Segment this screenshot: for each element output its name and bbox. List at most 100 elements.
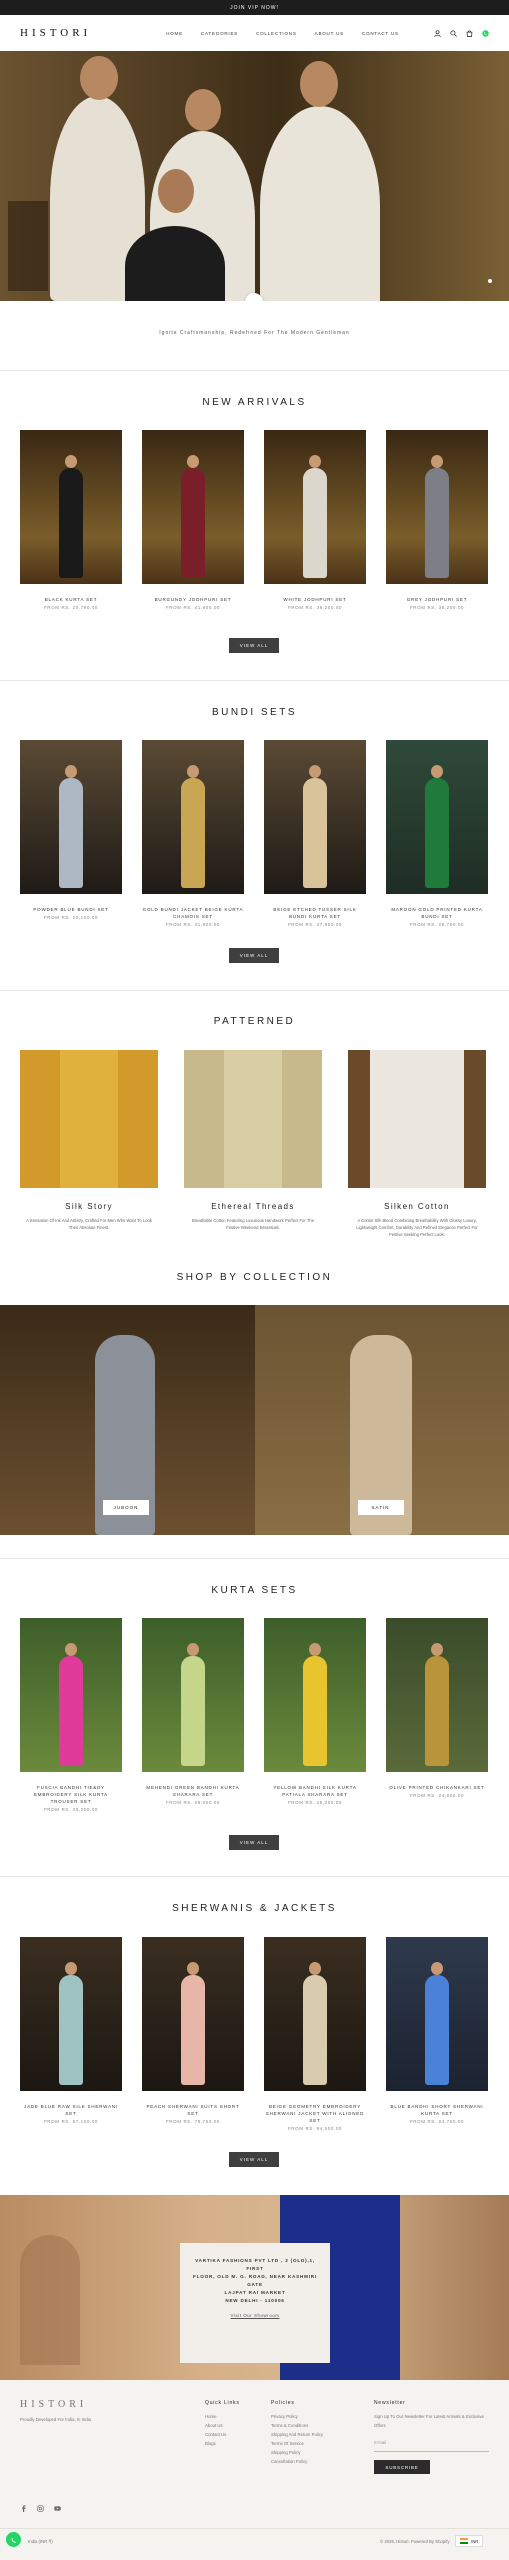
facebook-icon[interactable] <box>20 2505 27 2512</box>
product-name[interactable]: BURGUNDY JODHPURI SET <box>142 596 244 603</box>
footer-link[interactable]: About Us <box>205 2421 271 2430</box>
view-all-button[interactable]: VIEW ALL <box>229 948 279 963</box>
product-name[interactable]: GREY JODHPURI SET <box>386 596 488 603</box>
collection-button[interactable]: JUBOON <box>103 1500 149 1515</box>
view-all-button[interactable]: VIEW ALL <box>229 2152 279 2167</box>
product-card[interactable]: BLACK KURTA SET FROM RS. 20,790.00 <box>20 430 122 610</box>
pattern-title[interactable]: Ethereal Threads <box>184 1202 322 1211</box>
nav-collections[interactable]: COLLECTIONS <box>256 31 297 36</box>
product-name[interactable]: JADE BLUE RAW SILK SHERWANI SET <box>20 2103 122 2117</box>
product-image[interactable] <box>386 740 488 894</box>
product-image[interactable] <box>264 1937 366 2091</box>
pattern-image[interactable] <box>184 1050 322 1188</box>
collection-tile[interactable]: JUBOON <box>0 1305 255 1535</box>
nav-about-us[interactable]: ABOUT US <box>315 31 344 36</box>
product-name[interactable]: WHITE JODHPURI SET <box>264 596 366 603</box>
pattern-card[interactable]: Silk Story A Sensation Of Ink And Artist… <box>20 1050 158 1238</box>
product-image[interactable] <box>142 430 244 584</box>
product-image[interactable] <box>142 1937 244 2091</box>
product-card[interactable]: JADE BLUE RAW SILK SHERWANI SET FROM RS.… <box>20 1937 122 2131</box>
footer-link[interactable]: Shipping And Return Policy <box>271 2430 374 2439</box>
view-all-button[interactable]: VIEW ALL <box>229 638 279 653</box>
slide-dot[interactable] <box>488 279 492 283</box>
product-image[interactable] <box>386 1618 488 1772</box>
product-name[interactable]: BEIGE GEOMETRY EMBROIDERY SHERWANI JACKE… <box>264 2103 366 2124</box>
product-image[interactable] <box>264 1618 366 1772</box>
product-card[interactable]: MEHENDI GREEN BANDHI KURTA SHARARA SET F… <box>142 1618 244 1812</box>
product-image[interactable] <box>20 1937 122 2091</box>
subscribe-button[interactable]: SUBSCRIBE <box>374 2460 430 2474</box>
email-input[interactable]: E-mail <box>374 2438 489 2452</box>
product-image[interactable] <box>142 740 244 894</box>
product-name[interactable]: PEACH SHERWANI SUITS SHORT SET <box>142 2103 244 2117</box>
visit-showroom-link[interactable]: Visit Our Showroom <box>188 2313 322 2318</box>
footer-link[interactable]: Shipping Policy <box>271 2448 374 2457</box>
cart-icon[interactable] <box>466 29 473 37</box>
product-card[interactable]: MAROON GOLD PRINTED KURTA BUNDI SET FROM… <box>386 740 488 927</box>
collection-button[interactable]: SATIN <box>357 1500 404 1515</box>
product-image[interactable] <box>386 1937 488 2091</box>
product-price: FROM RS. 87,150.00 <box>43 2119 99 2124</box>
footer-link[interactable]: Terms & Conditions <box>271 2421 374 2430</box>
pattern-image[interactable] <box>348 1050 486 1188</box>
product-name[interactable]: GOLD BUNDI JACKET BEIGE KURTA CHAMOIS SE… <box>142 906 244 920</box>
whatsapp-chat-button[interactable] <box>6 2532 21 2547</box>
product-card[interactable]: FUSCIA BANDHI TIE&DY EMBROIDERY SILK KUR… <box>20 1618 122 1812</box>
product-card[interactable]: BLUE BANDHI SHORT SHERWANI KURTA SET FRO… <box>386 1937 488 2131</box>
currency-selector[interactable]: INR <box>455 2535 484 2547</box>
product-card[interactable]: WHITE JODHPURI SET FROM RS. 38,200.00 <box>264 430 366 610</box>
nav-contact-us[interactable]: CONTACT US <box>362 31 399 36</box>
product-image[interactable] <box>20 430 122 584</box>
product-card[interactable]: GREY JODHPURI SET FROM RS. 36,200.00 <box>386 430 488 610</box>
search-icon[interactable] <box>450 29 457 37</box>
instagram-icon[interactable] <box>37 2505 44 2512</box>
announcement-bar[interactable]: JOIN VIP NOW! <box>0 0 509 15</box>
product-image[interactable] <box>264 740 366 894</box>
product-card[interactable]: OLIVE PRINTED CHIKANKARI SET FROM RS. 24… <box>386 1618 488 1812</box>
product-name[interactable]: FUSCIA BANDHI TIE&DY EMBROIDERY SILK KUR… <box>20 1784 122 1805</box>
product-image[interactable] <box>386 430 488 584</box>
announcement-text[interactable]: JOIN VIP NOW! <box>230 5 279 11</box>
footer-link[interactable]: Terms Of Service <box>271 2439 374 2448</box>
footer-link[interactable]: Blogs <box>205 2439 271 2448</box>
footer-link[interactable]: Privacy Policy <box>271 2412 374 2421</box>
pattern-card[interactable]: Ethereal Threads Breathable Cotton Featu… <box>184 1050 322 1238</box>
logo[interactable]: HISTORI <box>20 27 91 39</box>
product-card[interactable]: PEACH SHERWANI SUITS SHORT SET FROM RS. … <box>142 1937 244 2131</box>
pattern-card[interactable]: Silken Cotton A Cotton Silk Blend Combin… <box>348 1050 486 1238</box>
product-card[interactable]: YELLOW BANDHI SILK KURTA PATIALA SHARARA… <box>264 1618 366 1812</box>
collection-tile[interactable]: SATIN <box>254 1305 509 1535</box>
product-image[interactable] <box>142 1618 244 1772</box>
product-card[interactable]: BEIGE ETCHED TUSSER SILK BUNDI KURTA SET… <box>264 740 366 927</box>
product-card[interactable]: POWDER BLUE BUNDI SET FROM RS. 20,100.00 <box>20 740 122 927</box>
product-name[interactable]: POWDER BLUE BUNDI SET <box>20 906 122 913</box>
product-name[interactable]: MEHENDI GREEN BANDHI KURTA SHARARA SET <box>142 1784 244 1798</box>
product-name[interactable]: YELLOW BANDHI SILK KURTA PATIALA SHARARA… <box>264 1784 366 1798</box>
product-card[interactable]: GOLD BUNDI JACKET BEIGE KURTA CHAMOIS SE… <box>142 740 244 927</box>
account-icon[interactable] <box>434 29 441 37</box>
pattern-image[interactable] <box>20 1050 158 1188</box>
footer-logo[interactable]: HISTORI <box>20 2400 205 2410</box>
country-selector[interactable]: India (INR ₹) <box>28 2539 53 2545</box>
footer-link[interactable]: Cancellation Policy <box>271 2457 374 2466</box>
pattern-title[interactable]: Silk Story <box>20 1202 158 1211</box>
nav-home[interactable]: HOME <box>166 31 183 36</box>
footer-link[interactable]: Home <box>205 2412 271 2421</box>
product-name[interactable]: MAROON GOLD PRINTED KURTA BUNDI SET <box>386 906 488 920</box>
product-card[interactable]: BURGUNDY JODHPURI SET FROM RS. 41,900.00 <box>142 430 244 610</box>
product-image[interactable] <box>264 430 366 584</box>
product-name[interactable]: OLIVE PRINTED CHIKANKARI SET <box>386 1784 488 1791</box>
footer-link[interactable]: Contact Us <box>205 2430 271 2439</box>
product-name[interactable]: BEIGE ETCHED TUSSER SILK BUNDI KURTA SET <box>264 906 366 920</box>
hero-banner[interactable] <box>0 51 509 301</box>
view-all-button[interactable]: VIEW ALL <box>229 1835 279 1850</box>
nav-categories[interactable]: CATEGORIES <box>201 31 238 36</box>
product-name[interactable]: BLUE BANDHI SHORT SHERWANI KURTA SET <box>386 2103 488 2117</box>
product-card[interactable]: BEIGE GEOMETRY EMBROIDERY SHERWANI JACKE… <box>264 1937 366 2131</box>
product-name[interactable]: BLACK KURTA SET <box>20 596 122 603</box>
youtube-icon[interactable] <box>54 2505 61 2512</box>
whatsapp-icon[interactable] <box>482 29 489 37</box>
product-image[interactable] <box>20 740 122 894</box>
product-image[interactable] <box>20 1618 122 1772</box>
pattern-title[interactable]: Silken Cotton <box>348 1202 486 1211</box>
